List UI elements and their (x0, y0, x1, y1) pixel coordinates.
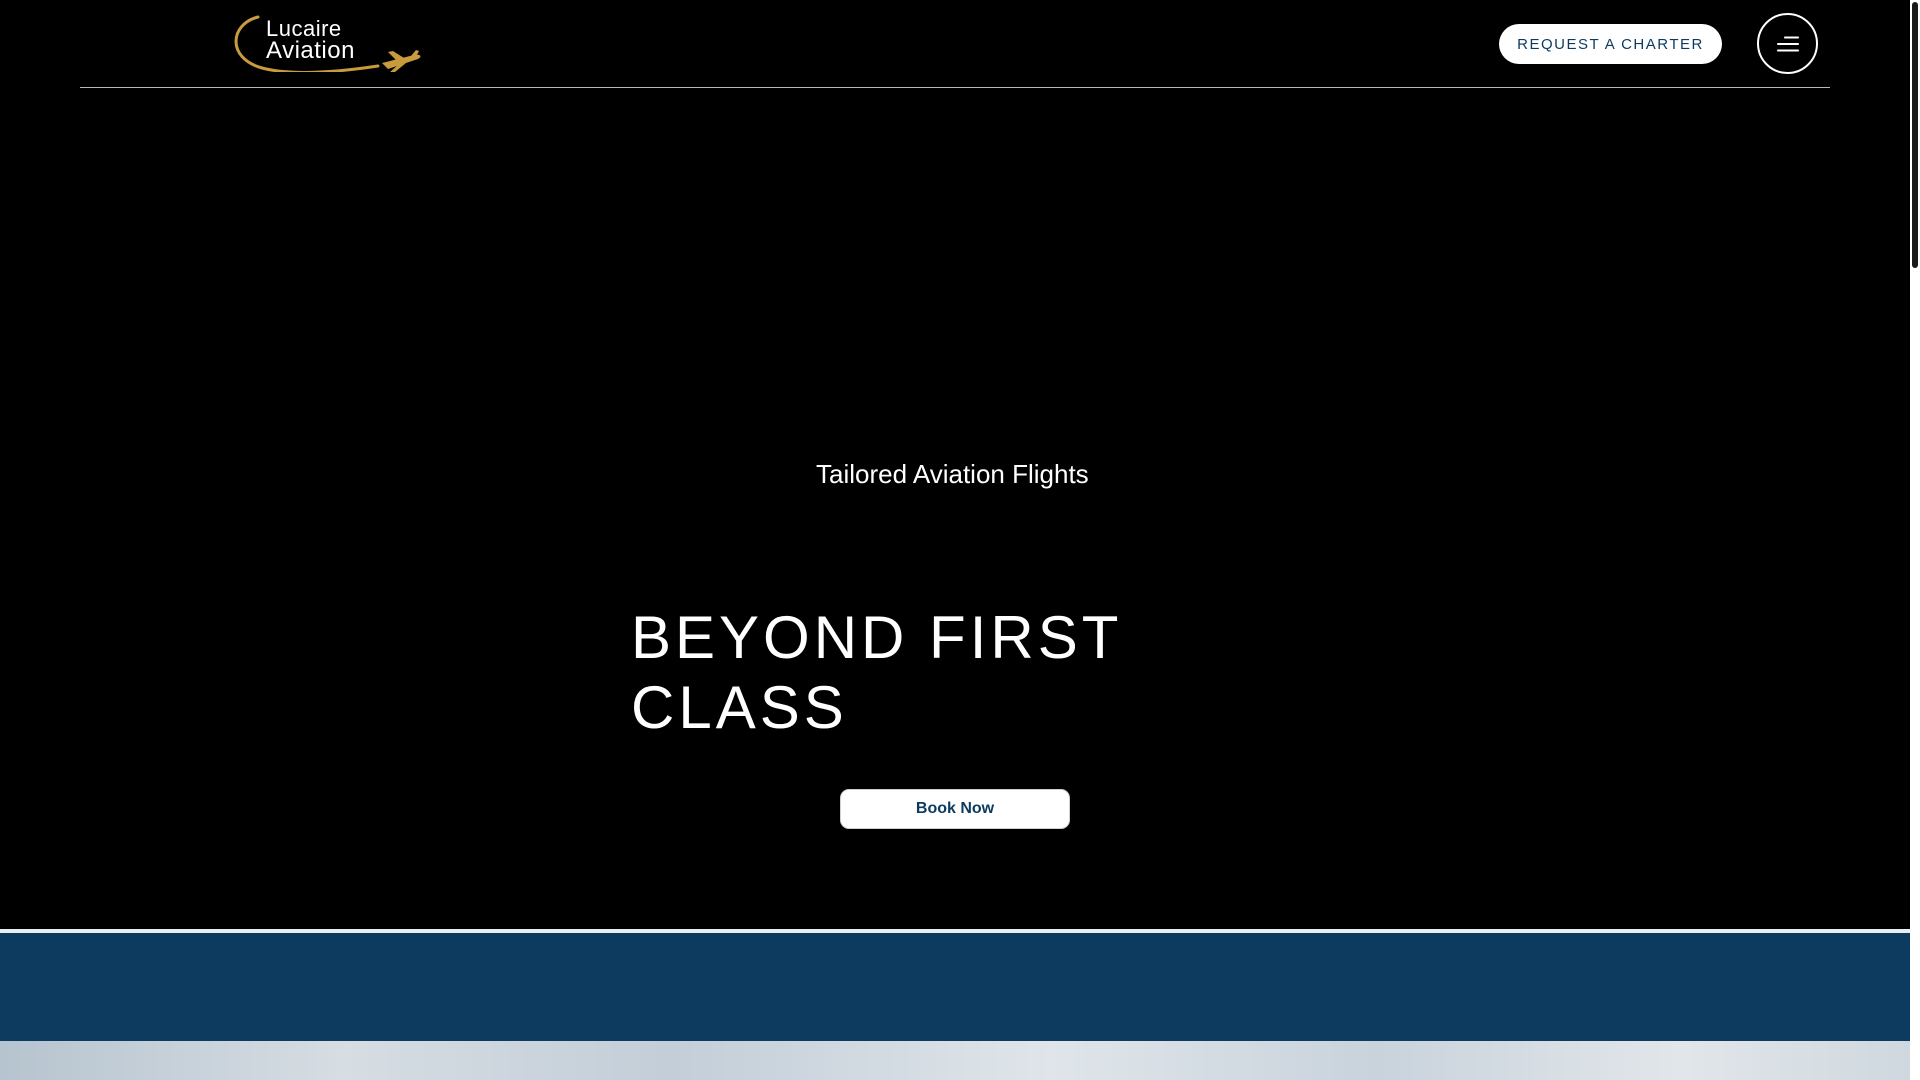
logo-text-aviation: Aviation (266, 37, 355, 64)
site-header: Lucaire Aviation REQUEST A CHARTER (0, 0, 1910, 89)
hero-tagline: Tailored Aviation Flights (816, 459, 1089, 489)
sky-image (0, 1041, 1910, 1080)
plane-icon (382, 50, 421, 72)
header-divider (80, 87, 1830, 88)
page: Lucaire Aviation REQUEST A CHARTER Tailo… (0, 0, 1910, 1080)
hamburger-menu-icon (1776, 36, 1799, 51)
book-now-button[interactable]: Book Now (840, 789, 1070, 829)
page-scrollbar[interactable] (1910, 0, 1920, 1080)
hero-headline: BEYOND FIRST CLASS (631, 604, 1122, 741)
lucaire-aviation-logo[interactable]: Lucaire Aviation (228, 14, 424, 72)
scrollbar-thumb[interactable] (1912, 2, 1918, 268)
navy-band-section (0, 933, 1910, 1041)
menu-button[interactable] (1757, 13, 1818, 74)
request-charter-button[interactable]: REQUEST A CHARTER (1499, 24, 1722, 64)
